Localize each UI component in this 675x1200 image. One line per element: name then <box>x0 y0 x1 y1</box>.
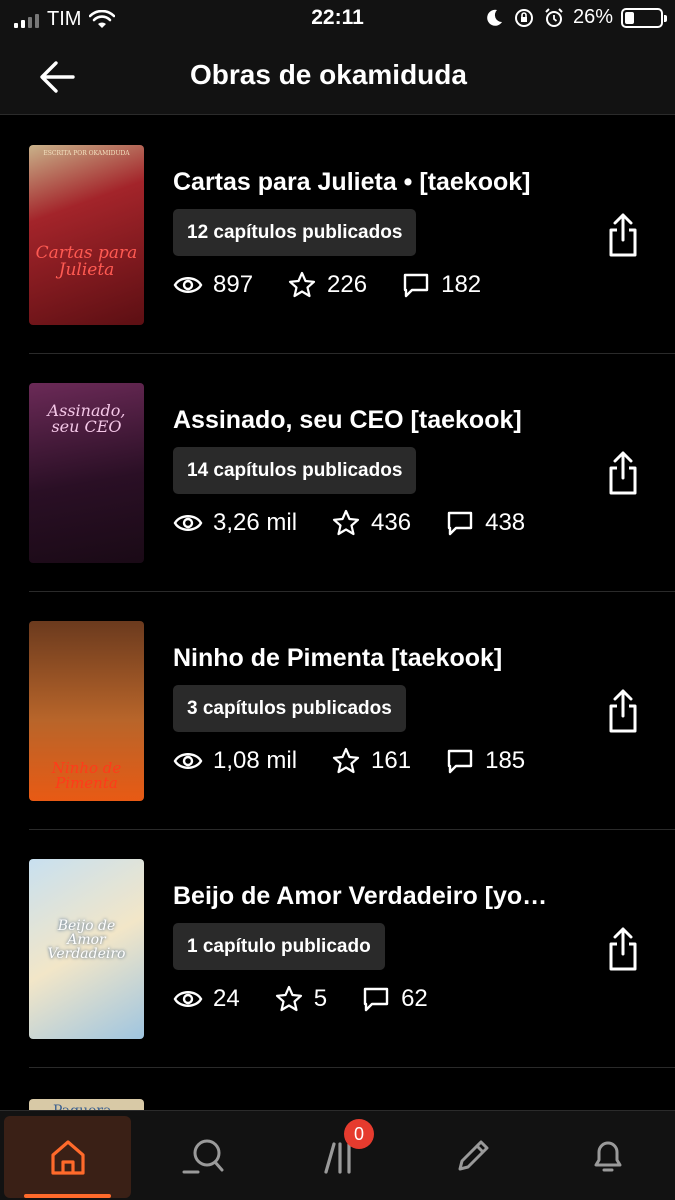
comments-count: 182 <box>441 271 482 298</box>
story-cover[interactable]: Ninho de Pimenta <box>29 621 144 801</box>
chapters-badge: 1 capítulo publicado <box>173 923 385 970</box>
library-badge: 0 <box>344 1119 374 1149</box>
votes-count: 226 <box>327 271 368 298</box>
comments-stat: 185 <box>445 746 525 776</box>
chapters-badge: 3 capítulos publicados <box>173 685 406 732</box>
comments-count: 62 <box>401 985 428 1012</box>
story-item[interactable]: Ninho de Pimenta Ninho de Pimenta [taeko… <box>29 592 675 830</box>
reads-stat: 1,08 mil <box>173 746 297 776</box>
page-title: Obras de okamiduda <box>190 59 467 90</box>
story-stats: 3,26 mil 436 438 <box>173 508 559 538</box>
star-icon <box>275 985 302 1012</box>
reads-count: 3,26 mil <box>213 509 298 536</box>
votes-stat: 161 <box>331 746 411 776</box>
bottom-nav: 0 <box>0 1110 675 1200</box>
nav-library[interactable]: 0 <box>270 1111 405 1200</box>
comment-icon <box>447 749 473 774</box>
story-title[interactable]: Cartas para Julieta • [taekook] <box>173 168 531 197</box>
bell-icon <box>594 1141 621 1172</box>
share-button[interactable] <box>605 688 641 734</box>
eye-icon <box>173 753 203 769</box>
story-stats: 24 5 62 <box>173 984 462 1014</box>
cover-top-text: ESCRITA POR OKAMIDUDA <box>43 150 130 157</box>
story-cover[interactable]: ESCRITA POR OKAMIDUDA Cartas para Juliet… <box>29 145 144 325</box>
story-item[interactable]: Beijo de Amor Verdadeiro Beijo de Amor V… <box>29 830 675 1068</box>
share-button[interactable] <box>605 212 641 258</box>
comment-icon <box>447 511 473 536</box>
eye-icon <box>173 277 203 293</box>
story-title[interactable]: Assinado, seu CEO [taekook] <box>173 406 522 435</box>
votes-count: 436 <box>371 509 412 536</box>
votes-count: 5 <box>313 985 328 1012</box>
eye-icon <box>173 991 203 1007</box>
reads-stat: 897 <box>173 270 253 300</box>
cover-title-text: Beijo de Amor Verdadeiro <box>47 918 126 962</box>
story-item[interactable]: ESCRITA POR OKAMIDUDA Cartas para Juliet… <box>29 116 675 354</box>
rotation-lock-icon <box>514 8 533 27</box>
eye-icon <box>173 515 203 531</box>
comment-icon <box>363 987 389 1012</box>
home-icon <box>50 1140 85 1175</box>
story-title[interactable]: Ninho de Pimenta [taekook] <box>173 644 502 673</box>
nav-notifications[interactable] <box>540 1111 675 1200</box>
status-right: 26% <box>483 6 667 29</box>
story-cover[interactable]: Assinado, seu CEO <box>29 383 144 563</box>
votes-stat: 436 <box>331 508 411 538</box>
chapters-badge: 12 capítulos publicados <box>173 209 417 256</box>
share-button[interactable] <box>605 450 641 496</box>
pencil-icon <box>458 1140 488 1171</box>
comments-count: 185 <box>485 747 526 774</box>
comment-icon <box>403 273 429 298</box>
share-icon <box>609 213 637 257</box>
story-item[interactable]: Assinado, seu CEO Assinado, seu CEO [tae… <box>29 354 675 592</box>
share-icon <box>609 927 637 971</box>
star-icon <box>288 271 316 298</box>
star-icon <box>332 747 360 774</box>
moon-icon <box>487 9 502 26</box>
comments-stat: 438 <box>445 508 525 538</box>
nav-write[interactable] <box>405 1111 540 1200</box>
nav-search[interactable] <box>135 1111 270 1200</box>
reads-stat: 3,26 mil <box>173 508 297 538</box>
active-indicator <box>24 1194 111 1198</box>
battery-icon <box>621 7 667 28</box>
status-bar: TIM 22:11 26% <box>0 0 675 38</box>
reads-count: 24 <box>213 985 240 1012</box>
comments-stat: 182 <box>401 270 481 300</box>
back-button[interactable] <box>36 56 78 98</box>
votes-count: 161 <box>371 747 412 774</box>
star-icon <box>332 509 360 536</box>
reads-count: 897 <box>213 271 254 298</box>
votes-stat: 5 <box>274 984 327 1014</box>
story-stats: 897 226 182 <box>173 270 515 300</box>
votes-stat: 226 <box>287 270 367 300</box>
share-icon <box>609 451 637 495</box>
cover-title-text: Ninho de Pimenta <box>51 759 122 792</box>
search-icon <box>182 1139 223 1174</box>
arrow-left-icon <box>40 61 75 93</box>
share-button[interactable] <box>605 926 641 972</box>
share-icon <box>609 689 637 733</box>
chapters-badge: 14 capítulos publicados <box>173 447 417 494</box>
story-list: ESCRITA POR OKAMIDUDA Cartas para Juliet… <box>0 116 675 1068</box>
battery-percent: 26% <box>572 6 613 28</box>
page-header: Obras de okamiduda <box>0 38 675 115</box>
comments-count: 438 <box>485 509 526 536</box>
cover-title-text: Assinado, seu CEO <box>47 401 126 436</box>
story-stats: 1,08 mil 161 185 <box>173 746 559 776</box>
story-title[interactable]: Beijo de Amor Verdadeiro [yo… <box>173 882 547 911</box>
reads-count: 1,08 mil <box>213 747 298 774</box>
cover-title-text: Cartas para Julieta <box>35 243 138 280</box>
alarm-icon <box>545 7 563 27</box>
story-cover[interactable]: Beijo de Amor Verdadeiro <box>29 859 144 1039</box>
nav-home[interactable] <box>4 1116 131 1198</box>
battery-fill <box>625 11 634 24</box>
reads-stat: 24 <box>173 984 240 1014</box>
comments-stat: 62 <box>361 984 428 1014</box>
